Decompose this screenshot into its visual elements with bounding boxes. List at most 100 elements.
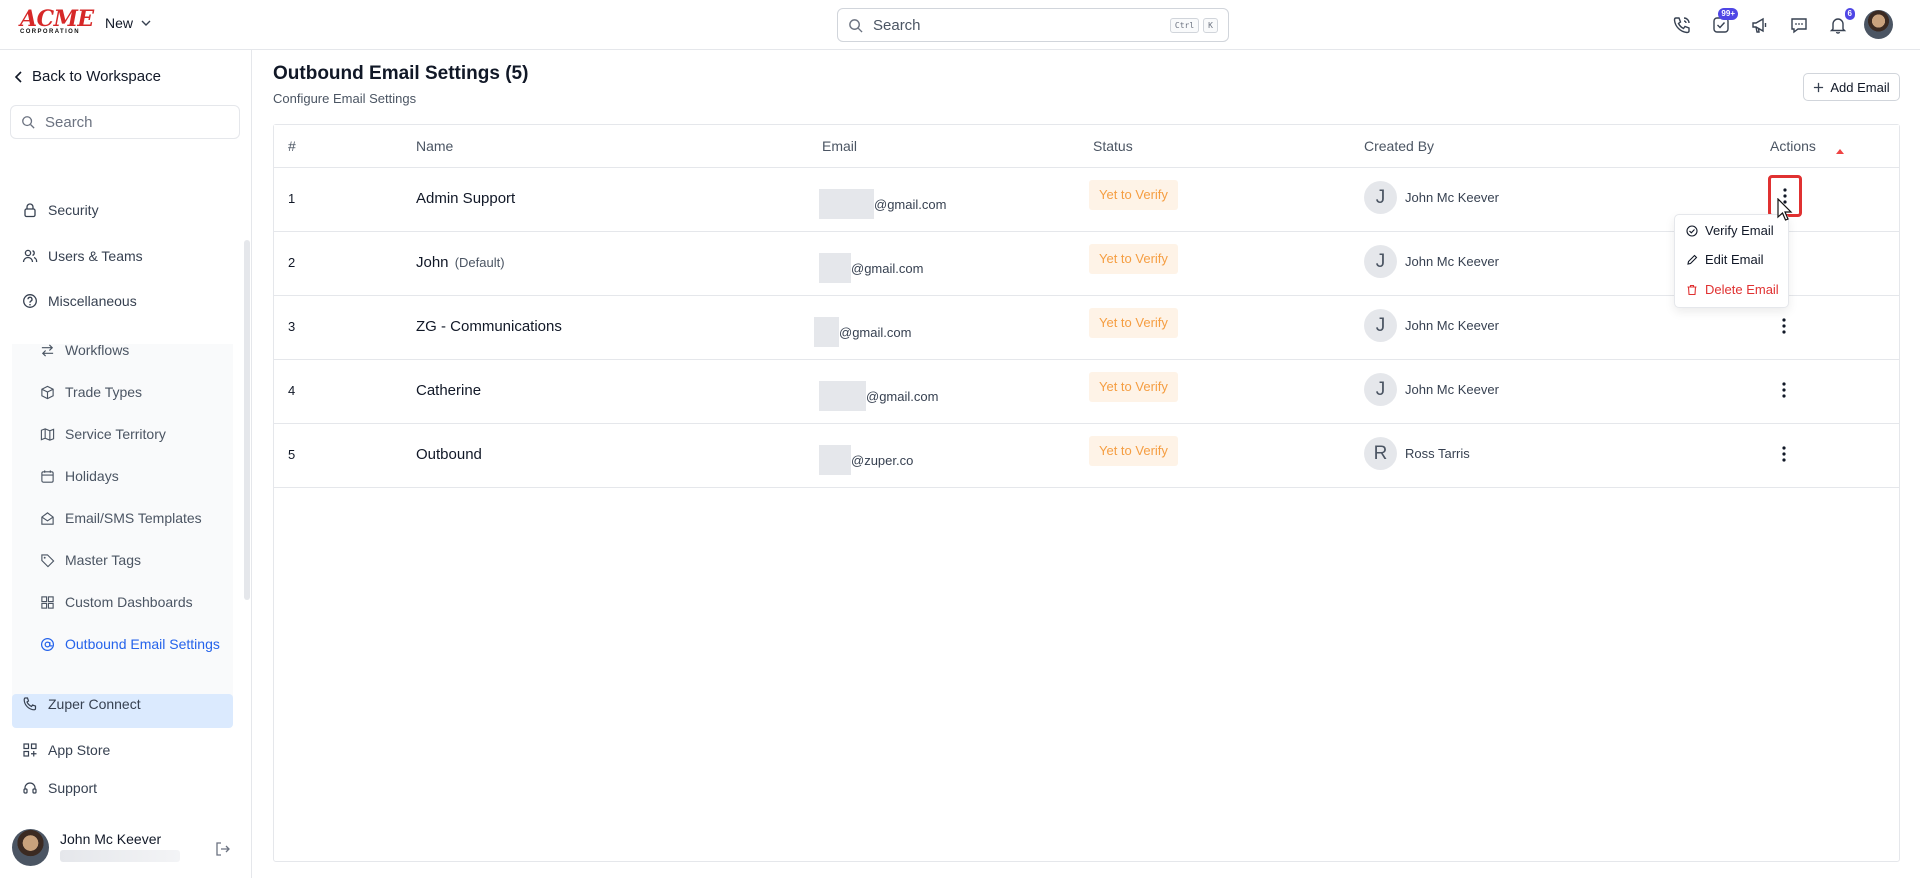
current-user-email-masked: [60, 850, 180, 862]
table-row[interactable]: 4 Catherine @gmail.com Yet to Verify J Jo…: [274, 360, 1899, 424]
megaphone-icon[interactable]: [1745, 10, 1775, 40]
box-icon: [41, 385, 54, 399]
row-creator: J John Mc Keever: [1364, 181, 1499, 214]
sidebar-search-input[interactable]: Search: [10, 105, 240, 139]
new-menu-button[interactable]: New: [105, 15, 151, 31]
email-redaction: [819, 381, 866, 411]
row-name: John (Default): [416, 254, 505, 271]
row-actions-menu: Verify Email Edit Email Delete Email: [1674, 214, 1789, 308]
sidebar-item-label: Holidays: [65, 468, 119, 484]
row-number: 3: [288, 319, 296, 334]
row-actions-button[interactable]: [1774, 314, 1794, 338]
email-redaction: [819, 189, 874, 219]
sidebar-item-support[interactable]: Support: [22, 777, 97, 799]
row-name-text: Admin Support: [416, 190, 516, 207]
sidebar-item-security[interactable]: Security: [22, 199, 99, 221]
email-settings-table: # Name Email Status Created By Actions 1…: [273, 124, 1900, 862]
tag-icon: [41, 553, 55, 567]
row-name-text: Catherine: [416, 382, 482, 399]
logo-subtext: CORPORATION: [20, 29, 80, 35]
sidebar-item-label: Master Tags: [65, 552, 141, 568]
tasks-icon[interactable]: 99+: [1706, 8, 1738, 40]
row-email: @gmail.com: [819, 381, 938, 411]
sidebar-item-email-sms-templates[interactable]: Email/SMS Templates: [40, 507, 202, 529]
phone-icon[interactable]: [1667, 10, 1697, 40]
row-name: Outbound: [416, 446, 482, 463]
more-vertical-icon: [1782, 318, 1786, 334]
avatar: J: [1364, 373, 1397, 406]
sidebar-scrollbar[interactable]: [244, 240, 250, 600]
sidebar-item-service-territory[interactable]: Service Territory: [40, 423, 166, 445]
sidebar-item-zuper-connect[interactable]: Zuper Connect: [22, 693, 141, 715]
sidebar-item-label: Custom Dashboards: [65, 594, 193, 610]
sidebar-item-app-store[interactable]: App Store: [22, 739, 110, 761]
row-name: Catherine: [416, 382, 481, 399]
logo-text: ACME: [20, 6, 94, 32]
row-email-domain: @gmail.com: [839, 324, 912, 340]
current-user-name: John Mc Keever: [60, 831, 162, 847]
row-actions-button[interactable]: [1774, 378, 1794, 402]
creator-name: Ross Tarris: [1405, 446, 1470, 461]
logout-icon[interactable]: [214, 840, 232, 858]
column-header-created-by: Created By: [1364, 138, 1435, 154]
back-to-workspace-link[interactable]: Back to Workspace: [14, 68, 161, 85]
avatar: J: [1364, 309, 1397, 342]
sidebar-item-label: Trade Types: [65, 384, 143, 400]
at-sign-icon: [40, 637, 55, 651]
sidebar-item-custom-dashboards[interactable]: Custom Dashboards: [40, 591, 193, 613]
sidebar-item-users-teams[interactable]: Users & Teams: [22, 245, 143, 267]
acme-logo[interactable]: ACME CORPORATION: [20, 6, 94, 37]
avatar: R: [1364, 437, 1397, 470]
search-icon: [849, 18, 863, 33]
sort-indicator-icon[interactable]: [1836, 149, 1844, 154]
table-row[interactable]: 3 ZG - Communications @gmail.com Yet to …: [274, 296, 1899, 360]
sidebar-item-label: Zuper Connect: [48, 696, 141, 712]
dashboard-icon: [41, 595, 54, 609]
sidebar-item-label: Outbound Email Settings: [65, 636, 220, 652]
row-name-text: Outbound: [416, 446, 482, 463]
sidebar-item-outbound-email-settings[interactable]: Outbound Email Settings: [40, 633, 220, 655]
sidebar-search-placeholder: Search: [45, 113, 93, 131]
row-email-domain: @gmail.com: [874, 196, 947, 212]
menu-item-delete-email[interactable]: Delete Email: [1686, 282, 1779, 297]
email-redaction: [819, 445, 851, 475]
row-number: 4: [288, 383, 296, 398]
table-row[interactable]: 2 John (Default) @gmail.com Yet to Verif…: [274, 232, 1899, 296]
page-subtitle: Configure Email Settings: [273, 91, 417, 106]
menu-item-verify-email[interactable]: Verify Email: [1686, 223, 1774, 238]
column-header-status: Status: [1093, 138, 1133, 154]
row-email-domain: @gmail.com: [866, 388, 939, 404]
avatar[interactable]: [12, 829, 49, 866]
bell-icon[interactable]: 6: [1823, 8, 1855, 40]
creator-name: John Mc Keever: [1405, 318, 1499, 333]
sidebar-item-trade-types[interactable]: Trade Types: [40, 381, 142, 403]
new-label: New: [105, 15, 134, 31]
chat-icon[interactable]: [1784, 10, 1814, 40]
row-name-text: ZG - Communications: [416, 318, 562, 335]
table-header: # Name Email Status Created By Actions: [274, 125, 1899, 168]
grid-icon: [23, 743, 37, 757]
menu-item-edit-email[interactable]: Edit Email: [1686, 252, 1764, 267]
pencil-icon: [1687, 254, 1698, 265]
email-redaction: [819, 253, 851, 283]
shortcut-key-k: K: [1203, 17, 1218, 33]
add-email-button[interactable]: Add Email: [1803, 73, 1900, 101]
sidebar-item-holidays[interactable]: Holidays: [40, 465, 119, 487]
current-user-panel: John Mc Keever: [12, 826, 244, 868]
sidebar-item-workflows[interactable]: Workflows: [40, 339, 129, 361]
lock-icon: [24, 203, 36, 218]
row-name: Admin Support: [416, 190, 515, 207]
check-circle-icon: [1686, 224, 1698, 237]
creator-name: John Mc Keever: [1405, 382, 1499, 397]
user-avatar[interactable]: [1864, 10, 1893, 39]
sidebar-item-miscellaneous[interactable]: Miscellaneous: [22, 290, 137, 312]
shortcut-key-ctrl: Ctrl: [1169, 17, 1200, 33]
mouse-cursor-icon: [1777, 198, 1793, 221]
table-row[interactable]: 5 Outbound @zuper.co Yet to Verify R Ross…: [274, 424, 1899, 488]
global-search-input[interactable]: Search Ctrl K: [837, 8, 1229, 42]
row-actions-button[interactable]: [1774, 442, 1794, 466]
column-header-email: Email: [822, 138, 858, 154]
row-creator: J John Mc Keever: [1364, 373, 1499, 406]
sidebar-item-master-tags[interactable]: Master Tags: [40, 549, 141, 571]
table-row[interactable]: 1 Admin Support @gmail.com Yet to Verify…: [274, 168, 1899, 232]
